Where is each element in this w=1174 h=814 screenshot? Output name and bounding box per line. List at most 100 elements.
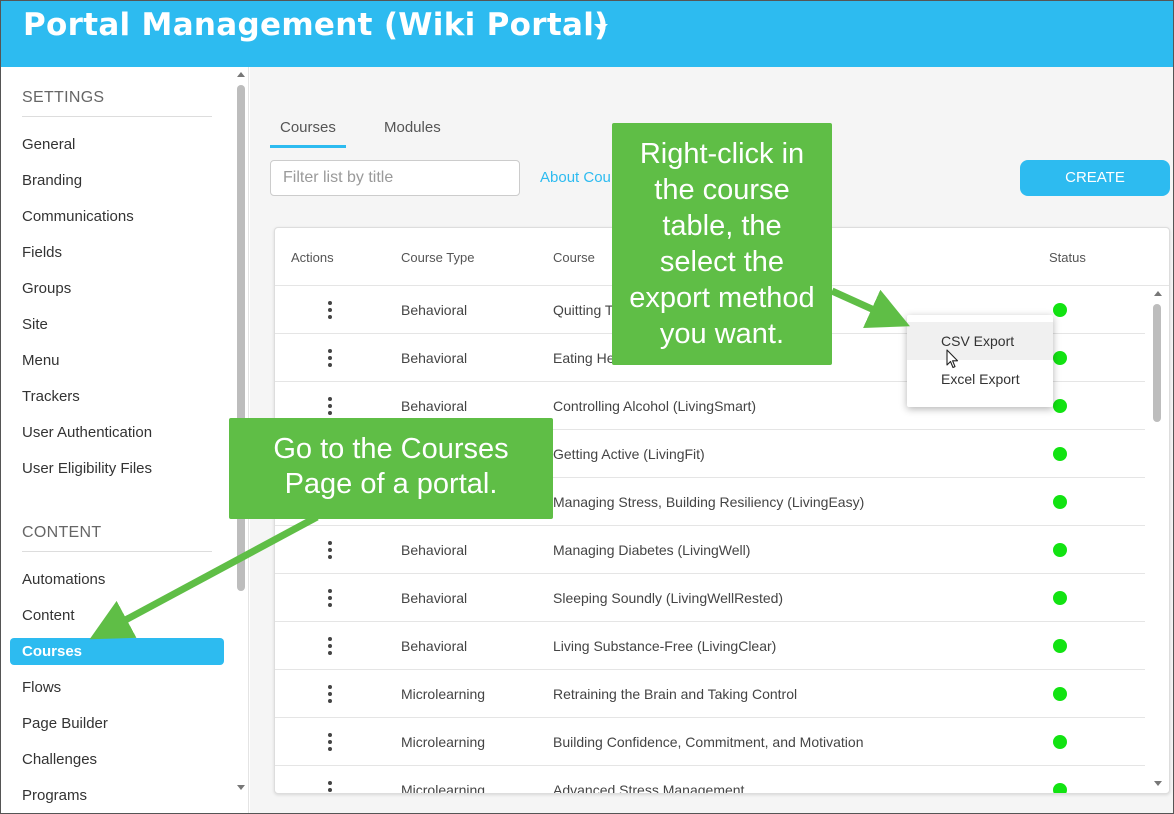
page-title: Portal Management (Wiki Portal) xyxy=(23,7,609,43)
cell-course-type: Microlearning xyxy=(401,686,486,702)
row-actions-kebab-icon[interactable] xyxy=(325,348,335,368)
cell-course-name: Managing Diabetes (LivingWell) xyxy=(553,542,751,558)
cell-course-type: Behavioral xyxy=(401,350,468,366)
column-header-course[interactable]: Course xyxy=(553,250,595,265)
status-indicator-icon xyxy=(1053,543,1067,557)
sidebar-item-content[interactable]: Content xyxy=(10,602,224,629)
app-window: Portal Management (Wiki Portal) SETTINGS… xyxy=(0,0,1174,814)
row-actions-kebab-icon[interactable] xyxy=(325,588,335,608)
table-row[interactable]: Behavioral Managing Diabetes (LivingWell) xyxy=(275,526,1145,574)
tab-modules[interactable]: Modules xyxy=(384,119,441,136)
sidebar-scroll-up-icon[interactable] xyxy=(237,72,245,77)
row-actions-kebab-icon[interactable] xyxy=(325,300,335,320)
sidebar-item-user-authentication[interactable]: User Authentication xyxy=(10,419,224,446)
cell-course-name: Living Substance-Free (LivingClear) xyxy=(553,638,777,654)
table-scroll-up-icon[interactable] xyxy=(1154,291,1162,296)
portal-dropdown-caret-icon[interactable] xyxy=(594,24,608,31)
sidebar-item-communications[interactable]: Communications xyxy=(10,203,224,230)
sidebar-item-fields[interactable]: Fields xyxy=(10,239,224,266)
status-indicator-icon xyxy=(1053,351,1067,365)
cell-course-name: Controlling Alcohol (LivingSmart) xyxy=(553,398,757,414)
sidebar-item-programs[interactable]: Programs xyxy=(10,782,224,809)
cell-course-name: Sleeping Soundly (LivingWellRested) xyxy=(553,590,784,606)
sidebar-item-menu[interactable]: Menu xyxy=(10,347,224,374)
status-indicator-icon xyxy=(1053,735,1067,749)
callout-line: the course xyxy=(654,174,790,206)
status-indicator-icon xyxy=(1053,399,1067,413)
status-indicator-icon xyxy=(1053,447,1067,461)
status-indicator-icon xyxy=(1053,591,1067,605)
menu-item-csv-export[interactable]: CSV Export xyxy=(907,322,1053,360)
status-indicator-icon xyxy=(1053,495,1067,509)
sidebar-item-flows[interactable]: Flows xyxy=(10,674,224,701)
sidebar-item-general[interactable]: General xyxy=(10,131,224,158)
row-actions-kebab-icon[interactable] xyxy=(325,636,335,656)
table-row[interactable]: Microlearning Retraining the Brain and Ta… xyxy=(275,670,1145,718)
table-row[interactable]: Behavioral Living Substance-Free (LivingC… xyxy=(275,622,1145,670)
cell-course-type: Behavioral xyxy=(401,638,468,654)
cell-course-type: Microlearning xyxy=(401,734,486,750)
cell-course-type: Behavioral xyxy=(401,590,468,606)
sidebar-item-challenges[interactable]: Challenges xyxy=(10,746,224,773)
callout-line: Page of a portal. xyxy=(284,468,498,500)
cell-course-name: Building Confidence, Commitment, and Mot… xyxy=(553,734,864,750)
cell-course-name: Quitting T xyxy=(553,302,614,318)
row-actions-kebab-icon[interactable] xyxy=(325,540,335,560)
status-indicator-icon xyxy=(1053,687,1067,701)
mouse-pointer-icon xyxy=(946,349,959,369)
sidebar-scroll-down-icon[interactable] xyxy=(237,785,245,790)
callout-line: Right-click in xyxy=(639,138,805,170)
row-actions-kebab-icon[interactable] xyxy=(325,732,335,752)
callout-line: select the xyxy=(659,246,785,278)
sidebar-item-groups[interactable]: Groups xyxy=(10,275,224,302)
cell-course-type: Behavioral xyxy=(401,542,468,558)
cell-course-type: Behavioral xyxy=(401,302,468,318)
row-actions-kebab-icon[interactable] xyxy=(325,780,335,793)
courses-instruction-callout: Go to the Courses Page of a portal. xyxy=(229,418,553,519)
cell-course-name: Eating He xyxy=(553,350,615,366)
sidebar-item-user-eligibility-files[interactable]: User Eligibility Files xyxy=(10,455,224,482)
top-header: Portal Management (Wiki Portal) xyxy=(1,1,1173,67)
row-actions-kebab-icon[interactable] xyxy=(325,684,335,704)
sidebar-item-page-builder[interactable]: Page Builder xyxy=(10,710,224,737)
table-row[interactable]: Microlearning Building Confidence, Commit… xyxy=(275,718,1145,766)
callout-line: export method xyxy=(629,282,815,314)
export-context-menu: CSV Export Excel Export xyxy=(907,315,1053,407)
status-indicator-icon xyxy=(1053,783,1067,793)
tab-courses[interactable]: Courses xyxy=(280,119,336,136)
table-row[interactable]: Behavioral Sleeping Soundly (LivingWellRe… xyxy=(275,574,1145,622)
cell-course-name: Getting Active (LivingFit) xyxy=(553,446,705,462)
column-header-status[interactable]: Status xyxy=(1049,250,1086,265)
callout-line: Go to the Courses xyxy=(273,433,509,465)
column-header-actions[interactable]: Actions xyxy=(291,250,334,265)
menu-item-excel-export[interactable]: Excel Export xyxy=(907,360,1053,398)
settings-divider xyxy=(22,116,212,117)
sidebar: SETTINGS General Branding Communications… xyxy=(1,67,249,813)
cell-course-name: Managing Stress, Building Resiliency (Li… xyxy=(553,494,865,510)
sidebar-item-branding[interactable]: Branding xyxy=(10,167,224,194)
content-divider xyxy=(22,551,212,552)
settings-heading: SETTINGS xyxy=(22,89,105,106)
sidebar-item-courses[interactable]: Courses xyxy=(10,638,224,665)
active-tab-indicator xyxy=(270,145,346,148)
sidebar-item-site[interactable]: Site xyxy=(10,311,224,338)
callout-line: table, the xyxy=(662,210,782,242)
export-instruction-callout: Right-click in the course table, the sel… xyxy=(612,123,832,365)
status-indicator-icon xyxy=(1053,303,1067,317)
create-button[interactable]: CREATE xyxy=(1020,160,1170,196)
filter-input[interactable] xyxy=(270,160,520,196)
content-heading: CONTENT xyxy=(22,524,102,541)
callout-line: you want. xyxy=(659,318,785,350)
column-header-course-type[interactable]: Course Type xyxy=(401,250,474,265)
table-scroll-thumb[interactable] xyxy=(1153,304,1161,422)
sidebar-item-automations[interactable]: Automations xyxy=(10,566,224,593)
about-courses-link[interactable]: About Cou xyxy=(540,169,611,186)
row-actions-kebab-icon[interactable] xyxy=(325,396,335,416)
cell-course-name: Retraining the Brain and Taking Control xyxy=(553,686,798,702)
cell-course-type: Microlearning xyxy=(401,782,486,794)
table-scroll-down-icon[interactable] xyxy=(1154,781,1162,786)
cell-course-name: Advanced Stress Management xyxy=(553,782,745,794)
sidebar-item-trackers[interactable]: Trackers xyxy=(10,383,224,410)
status-indicator-icon xyxy=(1053,639,1067,653)
table-row[interactable]: Microlearning Advanced Stress Management xyxy=(275,766,1145,794)
